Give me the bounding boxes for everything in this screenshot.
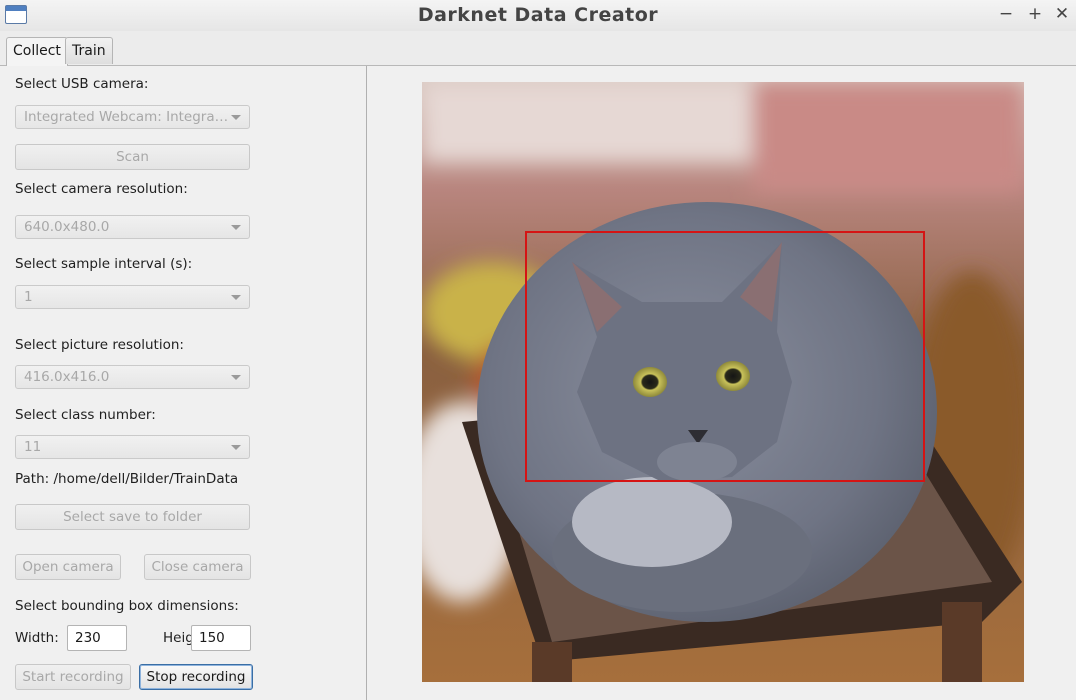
- chevron-down-icon: [231, 225, 241, 230]
- width-input[interactable]: 230: [67, 625, 127, 651]
- close-camera-button[interactable]: Close camera: [144, 554, 251, 580]
- close-icon[interactable]: ✕: [1051, 3, 1073, 25]
- bounding-box-overlay: [525, 231, 925, 482]
- camera-label: Select USB camera:: [15, 76, 149, 92]
- open-camera-button[interactable]: Open camera: [15, 554, 121, 580]
- class-number-label: Select class number:: [15, 407, 156, 423]
- picture-resolution-select[interactable]: 416.0x416.0: [15, 365, 250, 389]
- interval-select[interactable]: 1: [15, 285, 250, 309]
- camera-select-value: Integrated Webcam: Integrate...: [24, 109, 229, 125]
- scan-button[interactable]: Scan: [15, 144, 250, 170]
- chevron-down-icon: [231, 115, 241, 120]
- chevron-down-icon: [231, 375, 241, 380]
- chevron-down-icon: [231, 295, 241, 300]
- camera-select[interactable]: Integrated Webcam: Integrate...: [15, 105, 250, 129]
- picture-resolution-value: 416.0x416.0: [24, 369, 110, 385]
- tab-train[interactable]: Train: [65, 37, 113, 64]
- save-path-text: Path: /home/dell/Bilder/TrainData: [15, 471, 239, 487]
- width-label: Width:: [15, 630, 59, 646]
- resolution-label: Select camera resolution:: [15, 181, 188, 197]
- window-title: Darknet Data Creator: [417, 4, 659, 26]
- stop-recording-button[interactable]: Stop recording: [139, 664, 253, 690]
- maximize-icon[interactable]: +: [1024, 3, 1046, 25]
- interval-select-value: 1: [24, 289, 33, 305]
- bbox-dimensions-label: Select bounding box dimensions:: [15, 598, 239, 614]
- start-recording-button[interactable]: Start recording: [15, 664, 131, 690]
- tab-collect[interactable]: Collect: [6, 37, 68, 66]
- tab-bar: Collect Train: [0, 31, 1076, 66]
- title-bar: Darknet Data Creator − + ✕: [0, 0, 1076, 32]
- class-number-select[interactable]: 11: [15, 435, 250, 459]
- select-save-folder-button[interactable]: Select save to folder: [15, 504, 250, 530]
- chevron-down-icon: [231, 445, 241, 450]
- height-input[interactable]: 150: [191, 625, 251, 651]
- interval-label: Select sample interval (s):: [15, 256, 193, 272]
- resolution-select-value: 640.0x480.0: [24, 219, 110, 235]
- resolution-select[interactable]: 640.0x480.0: [15, 215, 250, 239]
- minimize-icon[interactable]: −: [995, 3, 1017, 25]
- picture-resolution-label: Select picture resolution:: [15, 337, 184, 353]
- class-number-value: 11: [24, 439, 42, 455]
